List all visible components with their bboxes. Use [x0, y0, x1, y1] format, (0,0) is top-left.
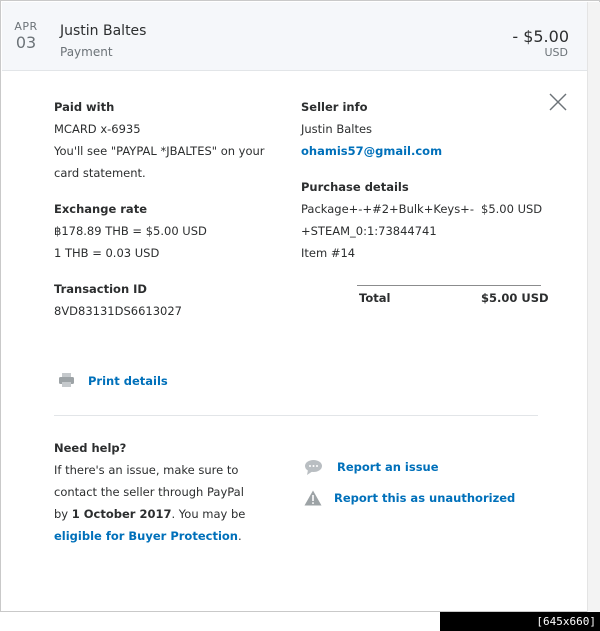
date-month: APR — [14, 20, 38, 33]
total-value: $5.00 USD — [481, 291, 549, 305]
help-line-3-suffix: . You may be — [171, 507, 246, 521]
transaction-currency: USD — [544, 46, 568, 59]
purchase-item: Package+-+#2+Bulk+Keys+- +STEAM_0:1:7384… — [301, 198, 546, 264]
purchase-details-heading: Purchase details — [301, 180, 409, 194]
close-icon[interactable] — [548, 92, 568, 112]
purchase-item-number: Item #14 — [301, 246, 356, 260]
transaction-id-section: Transaction ID 8VD83131DS6613027 — [54, 278, 294, 322]
paid-with-section: Paid with MCARD x-6935 You'll see "PAYPA… — [54, 96, 294, 184]
exchange-rate-section: Exchange rate ฿178.89 THB = $5.00 USD 1 … — [54, 198, 294, 264]
help-line-2: contact the seller through PayPal — [54, 485, 244, 499]
merchant-name: Justin Baltes — [60, 23, 147, 39]
exchange-conversion: ฿178.89 THB = $5.00 USD — [54, 224, 207, 238]
purchase-details-section: Purchase details Package+-+#2+Bulk+Keys+… — [301, 176, 546, 264]
report-unauthorized-link[interactable]: Report this as unauthorized — [334, 491, 515, 505]
seller-info-section: Seller info Justin Baltes ohamis57@gmail… — [301, 96, 541, 162]
report-issue-link[interactable]: Report an issue — [337, 460, 439, 474]
scrollbar[interactable] — [587, 2, 600, 612]
warning-icon[interactable] — [304, 490, 322, 510]
help-deadline-date: 1 October 2017 — [71, 507, 172, 521]
help-line-3-prefix: by — [54, 507, 72, 521]
seller-name: Justin Baltes — [301, 122, 373, 136]
card-label: MCARD x-6935 — [54, 122, 141, 136]
statement-note-line-1: You'll see "PAYPAL *JBALTES" on your — [54, 144, 265, 158]
total-divider — [357, 285, 541, 286]
watermark: [645x660] https://uplc.me/ — [440, 612, 600, 631]
transaction-id-heading: Transaction ID — [54, 282, 147, 296]
total-label: Total — [359, 291, 391, 305]
transaction-panel: APR 03 Justin Baltes Payment - $5.00 USD… — [0, 0, 600, 612]
printer-icon[interactable] — [58, 372, 75, 392]
transaction-amount: - $5.00 — [512, 27, 569, 46]
paid-with-heading: Paid with — [54, 100, 115, 114]
need-help-section: Need help? If there's an issue, make sur… — [54, 437, 294, 547]
statement-note-line-2: card statement. — [54, 166, 146, 180]
seller-email-link[interactable]: ohamis57@gmail.com — [301, 140, 541, 162]
purchase-item-line-2: +STEAM_0:1:73844741 — [301, 224, 437, 238]
section-divider — [54, 415, 538, 416]
exchange-rate-value: 1 THB = 0.03 USD — [54, 246, 160, 260]
help-line-4: eligible for Buyer Protection. — [54, 525, 294, 547]
transaction-date: APR 03 — [12, 20, 40, 52]
need-help-heading: Need help? — [54, 441, 127, 455]
transaction-header[interactable]: APR 03 Justin Baltes Payment - $5.00 USD — [2, 2, 587, 71]
help-line-3: by 1 October 2017. You may be — [54, 503, 294, 525]
purchase-item-price: $5.00 USD — [481, 202, 543, 216]
transaction-type: Payment — [60, 45, 113, 59]
buyer-protection-suffix: . — [237, 529, 242, 543]
help-line-1: If there's an issue, make sure to — [54, 463, 239, 477]
seller-info-heading: Seller info — [301, 100, 368, 114]
chat-bubble-icon[interactable] — [304, 459, 323, 479]
exchange-rate-heading: Exchange rate — [54, 202, 147, 216]
print-details-link[interactable]: Print details — [88, 374, 168, 388]
transaction-id-value: 8VD83131DS6613027 — [54, 304, 182, 318]
date-day: 03 — [15, 33, 37, 52]
buyer-protection-link[interactable]: eligible for Buyer Protection — [54, 529, 238, 543]
